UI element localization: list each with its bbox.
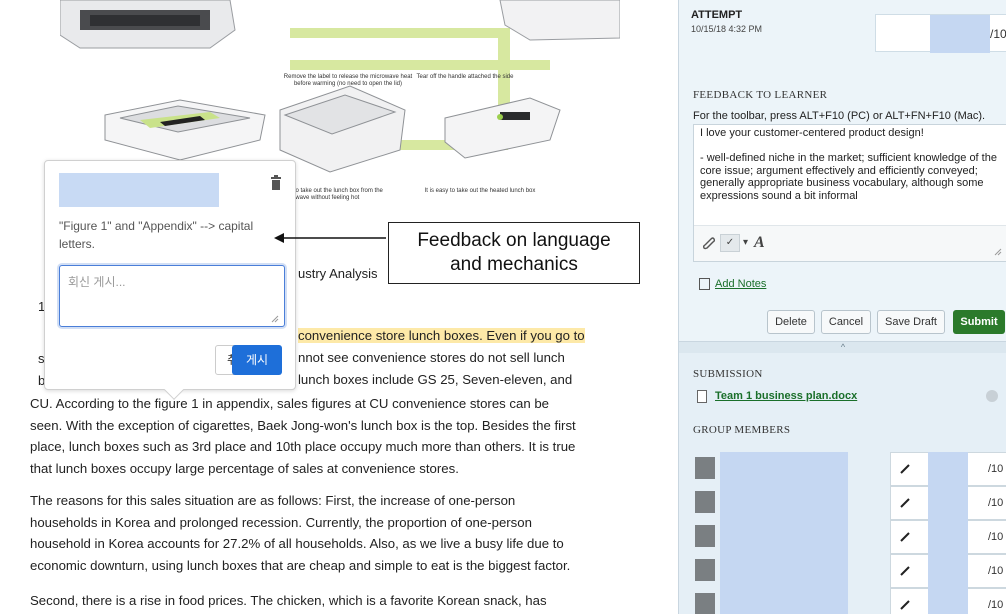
arrow-left-icon xyxy=(274,233,386,243)
avatar xyxy=(695,491,715,513)
redacted-member-scores xyxy=(928,452,968,614)
notes-icon[interactable] xyxy=(699,278,710,290)
save-draft-button[interactable]: Save Draft xyxy=(877,310,945,334)
highlighted-text[interactable]: convenience store lunch boxes. Even if y… xyxy=(298,328,585,343)
editor-toolbar: ✓ ▾ A xyxy=(694,225,1006,261)
pencil-icon xyxy=(900,600,910,610)
svg-text:It is easy to take out the hea: It is easy to take out the heated lunch … xyxy=(425,188,536,194)
resize-handle-icon[interactable] xyxy=(994,248,1002,256)
avatar xyxy=(695,525,715,547)
avatar xyxy=(695,457,715,479)
feedback-paragraph: - well-defined niche in the market; suff… xyxy=(700,151,997,203)
format-icon[interactable]: A xyxy=(754,234,765,252)
paragraph-line: place, lunch boxes such as 3rd place and… xyxy=(30,439,576,455)
pencil-icon xyxy=(900,464,910,474)
feedback-paragraph: I love your customer-centered product de… xyxy=(700,127,924,139)
svg-text:before warming (no need to ope: before warming (no need to open the lid) xyxy=(294,81,402,87)
paragraph-line: CU. According to the figure 1 in appendi… xyxy=(30,396,549,411)
paragraph-1: CU. According to the figure 1 in appendi… xyxy=(30,393,628,479)
score-suffix: /10 xyxy=(988,599,1004,611)
paragraph-line: convenience store lunch boxes. Even if y… xyxy=(298,328,585,343)
document-icon xyxy=(697,390,707,403)
feedback-editor[interactable]: I love your customer-centered product de… xyxy=(693,124,1006,262)
score-suffix: /10 xyxy=(988,531,1004,543)
cancel-button[interactable]: Cancel xyxy=(821,310,871,334)
submit-button[interactable]: Submit xyxy=(953,310,1005,334)
paragraph-2: The reasons for this sales situation are… xyxy=(30,490,628,576)
comment-popup: "Figure 1" and "Appendix" --> capital le… xyxy=(44,160,296,400)
spellcheck-icon[interactable]: ✓ xyxy=(720,234,740,252)
group-members-label: GROUP MEMBERS xyxy=(693,424,791,436)
pencil-icon xyxy=(900,498,910,508)
comment-text: "Figure 1" and "Appendix" --> capital le… xyxy=(59,219,254,251)
pencil-icon xyxy=(900,532,910,542)
paragraph-line: seen. With the exception of cigarettes, … xyxy=(30,417,576,433)
annotation-line: and mechanics xyxy=(450,254,578,275)
svg-text:Remove the label to release th: Remove the label to release the microwav… xyxy=(284,74,413,80)
paragraph-line: Second, there is a rise in food prices. … xyxy=(30,593,547,608)
score-suffix: /10 xyxy=(988,463,1004,475)
chevron-down-icon[interactable]: ▾ xyxy=(743,234,748,252)
paragraph-line: The reasons for this sales situation are… xyxy=(30,493,516,508)
grade-input[interactable]: /10 xyxy=(875,14,1006,53)
paragraph-line: lunch boxes include GS 25, Seven-eleven,… xyxy=(298,372,573,387)
post-button[interactable]: 게시 xyxy=(232,345,282,375)
collapse-toggle[interactable]: ^ xyxy=(679,341,1006,353)
paragraph-line: that lunch boxes occupy large percentage… xyxy=(30,460,459,476)
submission-label: SUBMISSION xyxy=(693,368,763,380)
annotation-callout: Feedback on language and mechanics xyxy=(388,222,640,284)
redacted-member-names xyxy=(720,452,848,614)
delete-button[interactable]: Delete xyxy=(767,310,815,334)
trash-icon[interactable] xyxy=(270,175,282,191)
feedback-text[interactable]: I love your customer-centered product de… xyxy=(694,125,1006,203)
add-notes-link[interactable]: Add Notes xyxy=(715,278,766,290)
status-check-icon xyxy=(986,390,998,402)
score-suffix: /10 xyxy=(988,565,1004,577)
svg-text:Tear off the handle attached t: Tear off the handle attached the side xyxy=(417,74,515,80)
avatar xyxy=(695,593,715,614)
redacted-author xyxy=(59,173,219,207)
document-viewer: Remove the label to release the microwav… xyxy=(0,0,678,614)
section-heading: ustry Analysis xyxy=(298,266,378,281)
feedback-label: FEEDBACK TO LEARNER xyxy=(693,89,828,101)
pencil-icon xyxy=(900,566,910,576)
paragraph-3: Second, there is a rise in food prices. … xyxy=(30,590,628,612)
paragraph-line: nnot see convenience stores do not sell … xyxy=(298,350,565,365)
grade-suffix: /10 xyxy=(990,27,1006,41)
attempt-label: ATTEMPT xyxy=(691,9,743,21)
score-suffix: /10 xyxy=(988,497,1004,509)
annotation-line: Feedback on language xyxy=(417,230,611,251)
paragraph-line: household in Korea accounts for 27.2% of… xyxy=(30,536,564,552)
resize-handle-icon[interactable] xyxy=(271,315,279,323)
reply-input[interactable]: 회신 게시... xyxy=(59,265,285,327)
attempt-date: 10/15/18 4:32 PM xyxy=(691,24,763,34)
paragraph-line: economic downturn, using lunch boxes tha… xyxy=(30,557,571,573)
avatar xyxy=(695,559,715,581)
attach-icon[interactable] xyxy=(702,234,716,252)
paragraph-line: households in Korea and prolonged recess… xyxy=(30,514,532,530)
toolbar-hint: For the toolbar, press ALT+F10 (PC) or A… xyxy=(693,110,986,122)
submission-file-link[interactable]: Team 1 business plan.docx xyxy=(715,390,857,402)
redacted-grade xyxy=(930,15,990,53)
